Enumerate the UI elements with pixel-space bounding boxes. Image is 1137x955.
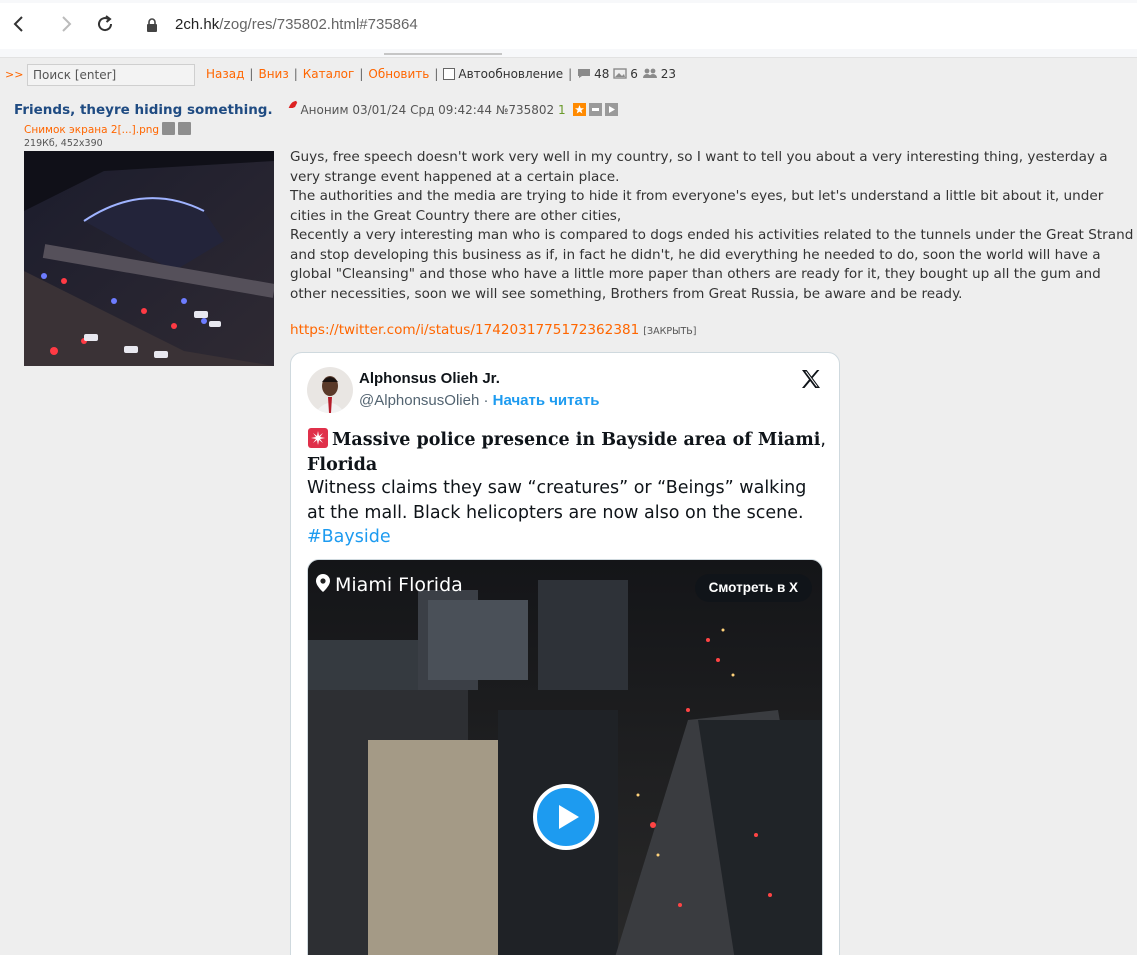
file-info: Снимок экрана 2[...].png <box>24 122 192 136</box>
autoupdate-label: Автообновление <box>458 67 564 81</box>
autoupdate-checkbox[interactable] <box>443 68 456 80</box>
watch-on-x-button[interactable]: Смотреть в X <box>694 574 812 602</box>
tweet-author-handle: @AlphonsusOlieh · Начать читать <box>359 392 599 409</box>
play-icon[interactable] <box>533 784 599 850</box>
post-menu-icon[interactable] <box>604 103 618 116</box>
twitter-link[interactable]: https://twitter.com/i/status/17420317751… <box>290 322 639 338</box>
tweet-text: Witness claims they saw “creatures” or “… <box>307 476 827 550</box>
posts-count: 48 <box>594 67 610 81</box>
post-body: Guys, free speech doesn't work very well… <box>290 148 1135 304</box>
address-bar[interactable] <box>0 3 1137 49</box>
post-paragraph: Guys, free speech doesn't work very well… <box>290 149 1108 185</box>
post-paragraph: Recently a very interesting man who is c… <box>290 227 1134 302</box>
headline-comma: , <box>820 430 826 450</box>
forward-icon[interactable] <box>54 12 78 36</box>
santa-hat-icon <box>287 99 301 111</box>
hide-post-icon[interactable] <box>588 103 602 116</box>
video-location-text: Miami Florida <box>335 574 463 596</box>
board-nav-bar: >> Назад|Вниз|Каталог|Обновить|Автообнов… <box>0 62 1137 88</box>
follow-link[interactable]: Начать читать <box>493 392 600 409</box>
tweet-body: Witness claims they saw “creatures” or “… <box>307 478 807 523</box>
images-count: 6 <box>630 67 638 81</box>
headline-end: Florida <box>307 455 378 475</box>
embedded-tweet[interactable]: Alphonsus Olieh Jr. @AlphonsusOlieh · На… <box>290 352 840 955</box>
post-paragraph: The authorities and the media are trying… <box>290 188 1104 224</box>
file-name-link[interactable]: Снимок экрана 2[...].png <box>24 124 159 136</box>
url-domain: 2ch.hk <box>175 16 220 33</box>
hashtag-link[interactable]: #Bayside <box>307 527 391 547</box>
location-pin-icon <box>316 574 330 592</box>
headline-main: Massive police presence in Bayside area … <box>332 430 821 450</box>
avatar[interactable] <box>307 367 353 413</box>
posters-count: 23 <box>660 67 676 81</box>
posters-icon <box>642 68 657 78</box>
catalog-link[interactable]: Каталог <box>303 67 355 81</box>
lock-icon[interactable] <box>146 17 158 32</box>
url-text[interactable]: 2ch.hk/zog/res/735802.html#735864 <box>175 16 418 33</box>
post-title: Friends, theyre hiding something. <box>14 102 273 118</box>
video-location: Miami Florida <box>316 574 463 596</box>
post-number[interactable]: №735802 <box>496 103 554 117</box>
board-links: Назад | Вниз | Каталог | Обновить | Автообновлен… <box>206 67 676 81</box>
posts-icon <box>578 69 591 78</box>
close-embed-link[interactable]: [ЗАКРЫТЬ] <box>643 326 696 337</box>
reload-icon[interactable] <box>93 12 117 36</box>
post-author: Аноним <box>300 103 349 117</box>
post-header: Friends, theyre hiding something. Аноним… <box>14 98 1124 118</box>
nav-arrow[interactable]: >> <box>5 68 23 81</box>
tab-indicator <box>384 53 502 55</box>
handle-text[interactable]: @AlphonsusOlieh <box>359 392 479 409</box>
refresh-link[interactable]: Обновить <box>368 67 429 81</box>
favorite-star-icon[interactable] <box>572 103 586 116</box>
embed-link-row: https://twitter.com/i/status/17420317751… <box>290 322 696 338</box>
tweet-video[interactable]: Miami Florida Смотреть в X <box>307 559 823 955</box>
file-meta: 219Кб, 452x390 <box>24 138 103 149</box>
browser-toolbar: 2ch.hk/zog/res/735802.html#735864 <box>0 0 1137 58</box>
download-icon[interactable] <box>178 122 192 135</box>
tweet-author-name[interactable]: Alphonsus Olieh Jr. <box>359 370 500 387</box>
down-link[interactable]: Вниз <box>258 67 288 81</box>
images-icon <box>613 68 627 79</box>
image-search-icon[interactable] <box>162 122 176 135</box>
handle-separator: · <box>479 392 493 409</box>
back-icon[interactable] <box>7 12 31 36</box>
siren-icon <box>308 428 328 448</box>
x-logo-icon[interactable] <box>799 367 823 391</box>
back-link[interactable]: Назад <box>206 67 244 81</box>
post-image-thumbnail[interactable] <box>24 151 274 366</box>
search-input[interactable] <box>27 64 195 86</box>
post-date: 03/01/24 Срд 09:42:44 <box>352 103 493 117</box>
url-path: /zog/res/735802.html#735864 <box>219 16 418 33</box>
tweet-headline: Massive police presence in Bayside area … <box>307 427 827 478</box>
reply-count[interactable]: 1 <box>558 103 566 117</box>
